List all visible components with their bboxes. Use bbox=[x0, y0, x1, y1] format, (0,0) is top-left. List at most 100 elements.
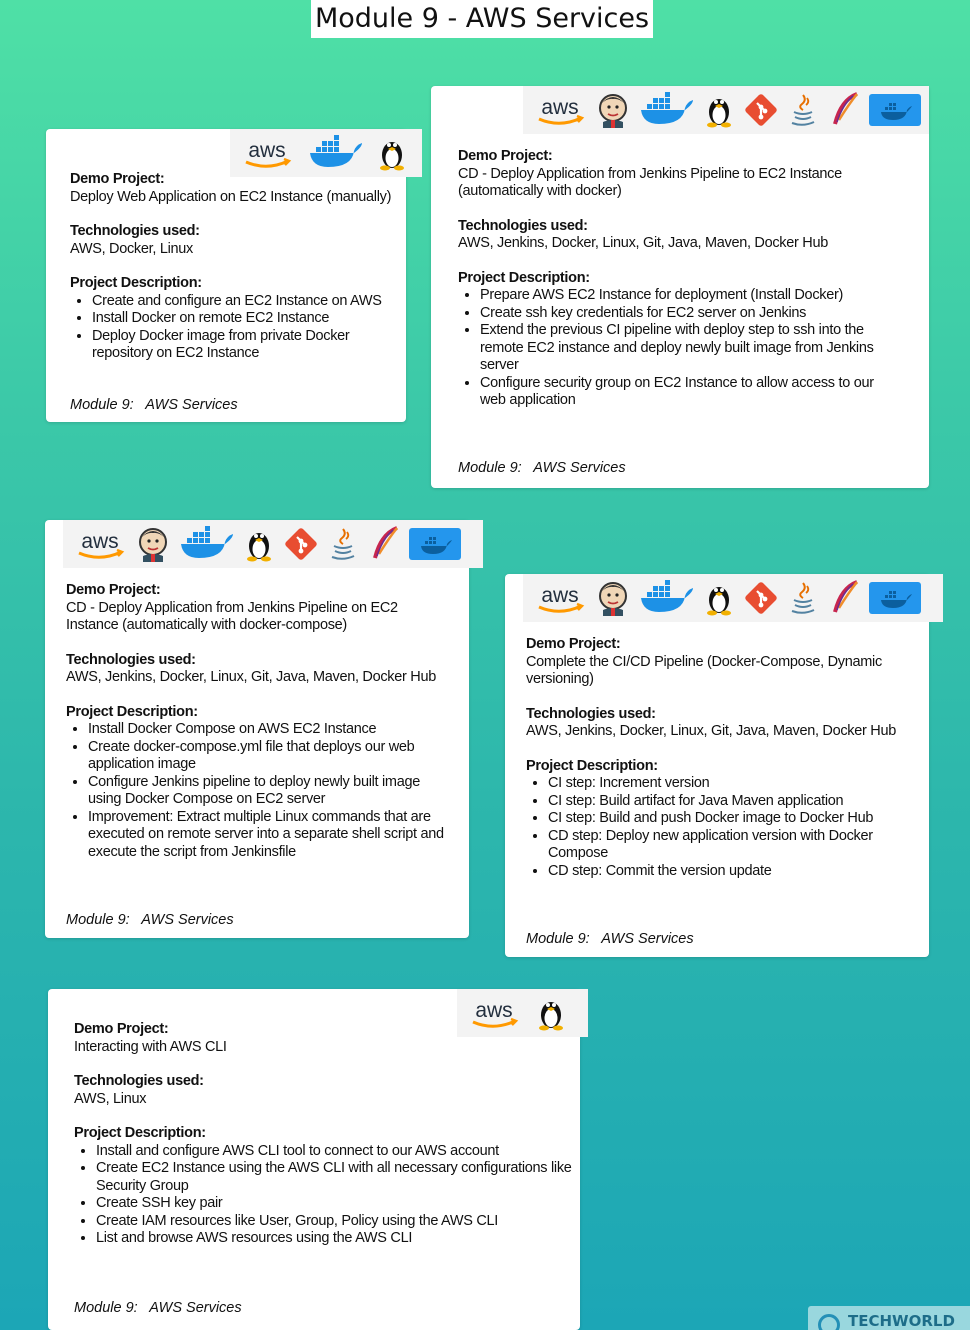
module-footer: Module 9: AWS Services bbox=[74, 1300, 242, 1316]
technology-logos: aws bbox=[63, 520, 483, 568]
list-item: Create EC2 Instance using the AWS CLI wi… bbox=[96, 1160, 576, 1195]
docker-icon bbox=[637, 92, 695, 128]
description-heading: Project Description: bbox=[66, 703, 198, 720]
linux-tux-icon bbox=[701, 92, 737, 128]
docker-hub-icon bbox=[409, 526, 461, 562]
description-heading: Project Description: bbox=[526, 757, 658, 774]
maven-icon bbox=[827, 92, 863, 128]
project-card-jenkins-ec2-docker: aws Demo Project: CD - Deploy Applicatio… bbox=[431, 86, 929, 488]
technologies-section: Technologies used: AWS, Jenkins, Docker,… bbox=[66, 652, 449, 687]
technology-logos: aws bbox=[523, 86, 929, 134]
linux-tux-icon bbox=[241, 526, 277, 562]
demo-project-heading: Demo Project: bbox=[526, 636, 621, 652]
svg-text:aws: aws bbox=[541, 584, 578, 607]
aws-icon: aws bbox=[531, 580, 589, 616]
brand-name: TECHWORLD bbox=[848, 1312, 955, 1330]
list-item: Install Docker Compose on AWS EC2 Instan… bbox=[88, 721, 444, 739]
module-footer: Module 9: AWS Services bbox=[70, 397, 238, 413]
list-item: Install and configure AWS CLI tool to co… bbox=[96, 1143, 576, 1161]
description-section: Project Description: CI step: Increment … bbox=[526, 758, 909, 881]
list-item: CI step: Build artifact for Java Maven a… bbox=[548, 793, 908, 811]
java-icon bbox=[325, 526, 361, 562]
description-heading: Project Description: bbox=[458, 269, 590, 286]
description-list: Prepare AWS EC2 Instance for deployment … bbox=[458, 287, 900, 410]
git-icon bbox=[283, 526, 319, 562]
list-item: Create IAM resources like User, Group, P… bbox=[96, 1213, 576, 1231]
demo-project-section: Demo Project: CD - Deploy Application fr… bbox=[458, 148, 905, 201]
technologies-heading: Technologies used: bbox=[74, 1073, 204, 1089]
git-icon bbox=[743, 92, 779, 128]
project-card-complete-cicd: aws Demo Project: Complete the CI/CD Pip… bbox=[505, 574, 943, 957]
maven-icon bbox=[827, 580, 863, 616]
description-list: CI step: Increment version CI step: Buil… bbox=[526, 775, 908, 880]
svg-text:aws: aws bbox=[81, 530, 118, 553]
project-card-jenkins-ec2-compose: aws Demo Project: CD - Deploy Applicatio… bbox=[45, 520, 483, 938]
demo-project-section: Demo Project: Interacting with AWS CLI bbox=[74, 1021, 568, 1056]
description-heading: Project Description: bbox=[74, 1125, 206, 1141]
list-item: Deploy Docker image from private Docker … bbox=[92, 328, 382, 363]
project-card-aws-cli: aws Demo Project: Interacting with AWS C… bbox=[48, 989, 588, 1330]
technologies-heading: Technologies used: bbox=[70, 223, 200, 239]
description-section: Project Description: Install Docker Comp… bbox=[66, 704, 449, 862]
linux-tux-icon bbox=[701, 580, 737, 616]
docker-hub-icon bbox=[869, 580, 921, 616]
demo-project-text: Deploy Web Application on EC2 Instance (… bbox=[70, 188, 392, 205]
technology-logos: aws bbox=[523, 574, 943, 622]
aws-icon: aws bbox=[531, 92, 589, 128]
jenkins-icon bbox=[595, 580, 631, 616]
list-item: Create SSH key pair bbox=[96, 1195, 576, 1213]
aws-icon: aws bbox=[71, 526, 129, 562]
docker-icon bbox=[177, 526, 235, 562]
list-item: Create and configure an EC2 Instance on … bbox=[92, 293, 382, 311]
demo-project-text: CD - Deploy Application from Jenkins Pip… bbox=[66, 599, 398, 634]
description-section: Project Description: Prepare AWS EC2 Ins… bbox=[458, 270, 905, 410]
svg-text:aws: aws bbox=[248, 139, 285, 162]
svg-text:aws: aws bbox=[541, 96, 578, 119]
list-item: Configure security group on EC2 Instance… bbox=[480, 375, 900, 410]
demo-project-heading: Demo Project: bbox=[70, 171, 165, 187]
list-item: Prepare AWS EC2 Instance for deployment … bbox=[480, 287, 900, 305]
demo-project-heading: Demo Project: bbox=[66, 582, 161, 598]
git-icon bbox=[743, 580, 779, 616]
technologies-heading: Technologies used: bbox=[66, 651, 196, 668]
aws-icon: aws bbox=[238, 135, 296, 171]
docker-icon bbox=[306, 135, 364, 171]
description-list: Install and configure AWS CLI tool to co… bbox=[74, 1143, 576, 1248]
java-icon bbox=[785, 580, 821, 616]
demo-project-text: Complete the CI/CD Pipeline (Docker-Comp… bbox=[526, 653, 882, 688]
java-icon bbox=[785, 92, 821, 128]
docker-hub-icon bbox=[869, 92, 921, 128]
description-heading: Project Description: bbox=[70, 275, 202, 291]
demo-project-text: CD - Deploy Application from Jenkins Pip… bbox=[458, 165, 842, 200]
list-item: Create docker-compose.yml file that depl… bbox=[88, 739, 444, 774]
technologies-heading: Technologies used: bbox=[526, 705, 656, 722]
maven-icon bbox=[367, 526, 403, 562]
list-item: Create ssh key credentials for EC2 serve… bbox=[480, 305, 900, 323]
list-item: Install Docker on remote EC2 Instance bbox=[92, 310, 382, 328]
technologies-text: AWS, Linux bbox=[74, 1090, 147, 1107]
description-section: Project Description: Install and configu… bbox=[74, 1125, 572, 1248]
project-card-ec2-manual: aws Demo Project: Deploy Web Application… bbox=[46, 129, 422, 422]
techworld-logo: TECHWORLD bbox=[808, 1306, 970, 1330]
list-item: CI step: Increment version bbox=[548, 775, 908, 793]
jenkins-icon bbox=[135, 526, 171, 562]
technologies-text: AWS, Jenkins, Docker, Linux, Git, Java, … bbox=[66, 669, 436, 685]
technologies-section: Technologies used: AWS, Jenkins, Docker,… bbox=[526, 706, 909, 741]
list-item: Extend the previous CI pipeline with dep… bbox=[480, 322, 900, 375]
list-item: CD step: Commit the version update bbox=[548, 863, 908, 881]
demo-project-section: Demo Project: Complete the CI/CD Pipelin… bbox=[526, 636, 909, 689]
docker-icon bbox=[637, 580, 695, 616]
module-footer: Module 9: AWS Services bbox=[66, 912, 234, 928]
list-item: Configure Jenkins pipeline to deploy new… bbox=[88, 774, 444, 809]
svg-text:aws: aws bbox=[475, 999, 512, 1022]
technologies-text: AWS, Docker, Linux bbox=[70, 240, 193, 257]
module-footer: Module 9: AWS Services bbox=[526, 931, 694, 947]
demo-project-heading: Demo Project: bbox=[74, 1021, 169, 1037]
linux-tux-icon bbox=[374, 135, 410, 171]
list-item: List and browse AWS resources using the … bbox=[96, 1230, 576, 1248]
technologies-section: Technologies used: AWS, Linux bbox=[74, 1073, 568, 1108]
list-item: Improvement: Extract multiple Linux comm… bbox=[88, 809, 444, 862]
page-title: Module 9 - AWS Services bbox=[311, 0, 653, 38]
technologies-text: AWS, Jenkins, Docker, Linux, Git, Java, … bbox=[458, 235, 828, 251]
technology-logos: aws bbox=[230, 129, 422, 177]
